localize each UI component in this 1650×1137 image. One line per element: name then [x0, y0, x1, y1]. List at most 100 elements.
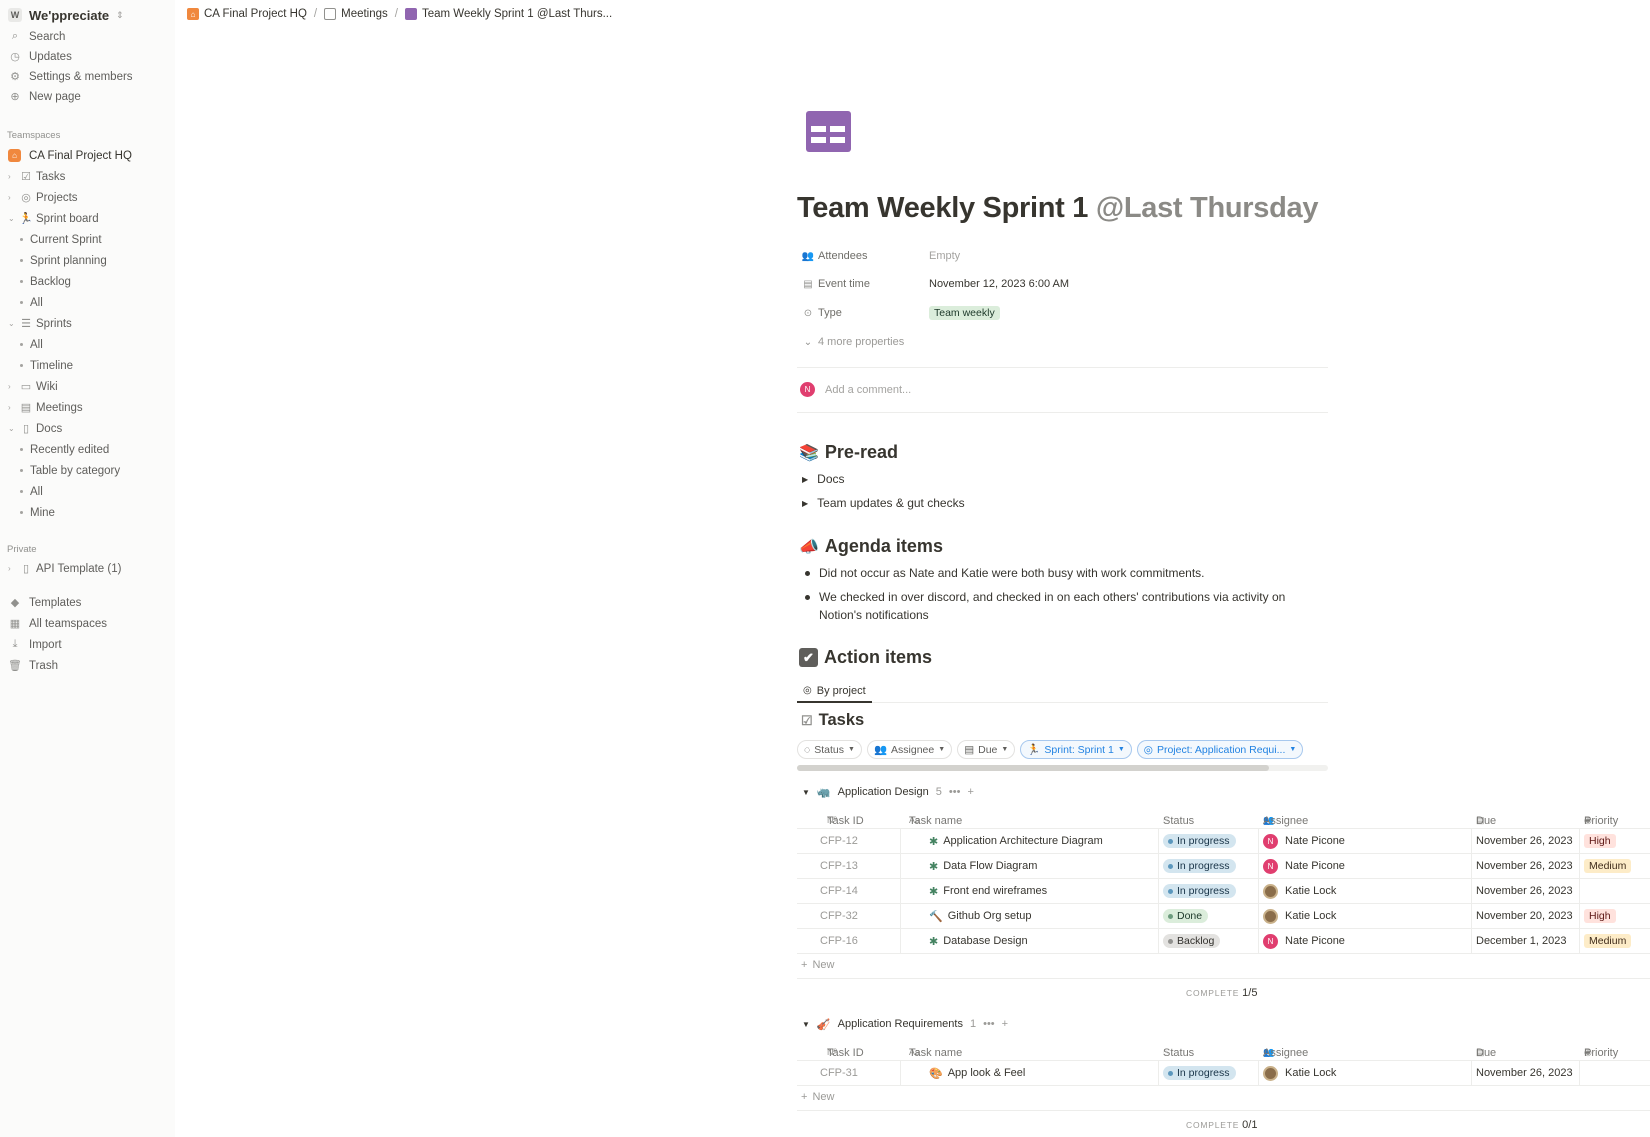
sidebar-new-page[interactable]: ⊕ New page [0, 86, 175, 107]
due-cell[interactable]: November 20, 2023 [1476, 904, 1573, 928]
new-row-button[interactable]: + New [801, 955, 834, 975]
status-cell[interactable]: Done [1163, 904, 1209, 928]
assignee-cell[interactable]: N Nate Picone [1263, 929, 1345, 953]
date-mention[interactable]: @Last Thursday [1096, 192, 1319, 224]
breadcrumb-item[interactable]: Meetings [324, 8, 388, 20]
priority-cell[interactable]: Medium [1584, 929, 1632, 953]
sidebar-import[interactable]: ⤓ Import [0, 634, 175, 655]
workspace-switcher[interactable]: W We'ppreciate ⇕ [8, 5, 124, 25]
filter-project[interactable]: ◎ Project: Application Requi... ▼ [1136, 740, 1304, 759]
sidebar-subitem[interactable]: Mine [0, 502, 175, 523]
group-header[interactable]: ▼ 🦏 Application Design 5 ••• + [802, 783, 974, 801]
breadcrumb-item[interactable]: ⌂ CA Final Project HQ [187, 8, 307, 20]
toggle-team-updates[interactable]: ▶ Team updates & gut checks [802, 496, 965, 510]
complete-summary[interactable]: COMPLETE 0/1 [1186, 1119, 1257, 1131]
filter-assignee[interactable]: 👥 Assignee ▼ [866, 740, 953, 759]
sidebar-item-api-template[interactable]: › ▯ API Template (1) [0, 558, 175, 579]
filter-due[interactable]: ▤ Due ▼ [957, 740, 1016, 759]
complete-summary[interactable]: COMPLETE 1/5 [1186, 987, 1257, 999]
more-icon[interactable]: ••• [949, 786, 961, 798]
sidebar-subitem[interactable]: All [0, 292, 175, 313]
task-name-cell[interactable]: ✱ Application Architecture Diagram [929, 829, 1103, 853]
sidebar-subitem[interactable]: Recently edited [0, 439, 175, 460]
chevron-right-icon[interactable]: › [8, 403, 11, 412]
database-title[interactable]: ☑ Tasks [801, 711, 864, 730]
more-properties-toggle[interactable]: ⌄ 4 more properties [800, 331, 1330, 353]
task-name-cell[interactable]: 🔨 Github Org setup [929, 904, 1031, 928]
priority-cell[interactable]: Medium [1584, 854, 1632, 878]
task-name-cell[interactable]: 🎨 App look & Feel [929, 1061, 1025, 1085]
comment-box[interactable]: N Add a comment... [800, 382, 911, 397]
scrollbar-thumb[interactable] [797, 765, 1269, 771]
status-cell[interactable]: In progress [1163, 879, 1236, 903]
sidebar-templates[interactable]: ◆ Templates [0, 592, 175, 613]
toggle-docs[interactable]: ▶ Docs [802, 472, 845, 486]
priority-cell[interactable]: High [1584, 904, 1616, 928]
chevron-down-icon[interactable]: ⌄ [8, 424, 15, 433]
sidebar-item-meetings[interactable]: › ▤ Meetings [0, 397, 175, 418]
chevron-right-icon[interactable]: › [8, 172, 11, 181]
sidebar-item-sprints[interactable]: ⌄ ☰ Sprints [0, 313, 175, 334]
status-cell[interactable]: In progress [1163, 1061, 1236, 1085]
filter-sprint[interactable]: 🏃 Sprint: Sprint 1 ▼ [1020, 740, 1132, 759]
sidebar-item-sprint-board[interactable]: ⌄ 🏃 Sprint board [0, 208, 175, 229]
triangle-right-icon[interactable]: ▶ [802, 475, 808, 484]
plus-icon[interactable]: + [967, 786, 973, 798]
property-value[interactable]: Empty [929, 250, 960, 262]
task-name-cell[interactable]: ✱ Front end wireframes [929, 879, 1047, 903]
table-row[interactable]: CFP-32 🔨 Github Org setup Done Katie Lock Nov… [797, 904, 1650, 929]
sidebar-settings[interactable]: ⚙ Settings & members [0, 66, 175, 87]
table-row[interactable]: CFP-12 ✱ Application Architecture Diagram I… [797, 829, 1650, 854]
sidebar-updates[interactable]: ◷ Updates [0, 46, 175, 67]
new-row-button[interactable]: + New [801, 1087, 834, 1107]
more-icon[interactable]: ••• [983, 1018, 995, 1030]
group-header[interactable]: ▼ 🎻 Application Requirements 1 ••• + [802, 1015, 1008, 1033]
sidebar-all-teamspaces[interactable]: ▦ All teamspaces [0, 613, 175, 634]
due-cell[interactable]: November 26, 2023 [1476, 829, 1573, 853]
chevron-right-icon[interactable]: › [8, 564, 11, 573]
due-cell[interactable]: November 26, 2023 [1476, 854, 1573, 878]
due-cell[interactable]: December 1, 2023 [1476, 929, 1567, 953]
assignee-cell[interactable]: Katie Lock [1263, 904, 1336, 928]
due-cell[interactable]: November 26, 2023 [1476, 879, 1573, 903]
page-title[interactable]: Team Weekly Sprint 1 @Last Thursday [797, 192, 1318, 225]
page-table-icon[interactable] [806, 111, 851, 152]
group-toggle-icon[interactable]: ▼ [802, 788, 810, 797]
due-cell[interactable]: November 26, 2023 [1476, 1061, 1573, 1085]
priority-cell[interactable]: High [1584, 829, 1616, 853]
assignee-cell[interactable]: Katie Lock [1263, 879, 1336, 903]
task-name-cell[interactable]: ✱ Data Flow Diagram [929, 854, 1037, 878]
chevron-right-icon[interactable]: › [8, 382, 11, 391]
property-value[interactable]: November 12, 2023 6:00 AM [929, 278, 1069, 290]
sidebar-subitem[interactable]: All [0, 334, 175, 355]
plus-icon[interactable]: + [1002, 1018, 1008, 1030]
table-row[interactable]: CFP-14 ✱ Front end wireframes In progress Ka… [797, 879, 1650, 904]
filter-status[interactable]: ◌ Status ▼ [797, 740, 862, 759]
task-name-cell[interactable]: ✱ Database Design [929, 929, 1028, 953]
sidebar-item-projects[interactable]: › ◎ Projects [0, 187, 175, 208]
sidebar-subitem[interactable]: Backlog [0, 271, 175, 292]
sidebar-teamspace[interactable]: ⌂ CA Final Project HQ [0, 145, 175, 166]
triangle-right-icon[interactable]: ▶ [802, 499, 808, 508]
status-cell[interactable]: Backlog [1163, 929, 1221, 953]
property-type[interactable]: ⊙ Type Team weekly [800, 302, 1330, 324]
status-cell[interactable]: In progress [1163, 854, 1236, 878]
assignee-cell[interactable]: N Nate Picone [1263, 829, 1345, 853]
sidebar-subitem[interactable]: Sprint planning [0, 250, 175, 271]
tab-by-project[interactable]: ◎ By project [797, 680, 872, 703]
sidebar-search[interactable]: ⌕ Search [0, 26, 175, 47]
sidebar-subitem[interactable]: Current Sprint [0, 229, 175, 250]
assignee-cell[interactable]: Katie Lock [1263, 1061, 1336, 1085]
group-toggle-icon[interactable]: ▼ [802, 1020, 810, 1029]
chevron-down-icon[interactable]: ⌄ [8, 214, 15, 223]
chevron-down-icon[interactable]: ⌄ [8, 319, 15, 328]
table-row[interactable]: CFP-31 🎨 App look & Feel In progress Katie L… [797, 1061, 1650, 1086]
sidebar-trash[interactable]: 🗑 Trash [0, 655, 175, 676]
property-event-time[interactable]: ▤ Event time November 12, 2023 6:00 AM [800, 273, 1330, 295]
table-row[interactable]: CFP-16 ✱ Database Design Backlog N Nate Picon… [797, 929, 1650, 954]
table-row[interactable]: CFP-13 ✱ Data Flow Diagram In progress N Nate… [797, 854, 1650, 879]
sidebar-subitem[interactable]: Table by category [0, 460, 175, 481]
sidebar-item-tasks[interactable]: › ☑ Tasks [0, 166, 175, 187]
property-attendees[interactable]: 👥 Attendees Empty [800, 245, 1330, 267]
property-value[interactable]: Team weekly [929, 306, 1000, 320]
